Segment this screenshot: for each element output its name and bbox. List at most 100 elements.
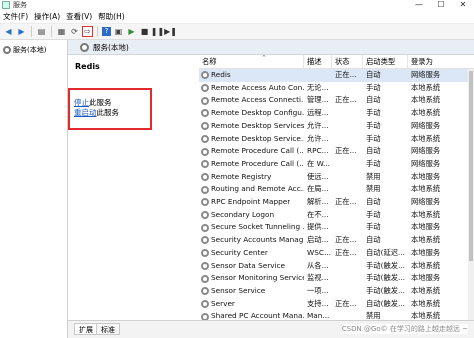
tab-standard[interactable]: 标准: [96, 323, 120, 335]
service-name: Remote Procedure Call (...: [211, 146, 304, 156]
service-logon-as: 本地系统: [411, 298, 441, 308]
service-name-cell: Secure Socket Tunneling ...: [199, 221, 304, 234]
column-header-startup-type[interactable]: 启动类型: [363, 55, 408, 69]
tree-item-services-local[interactable]: 服务(本地): [3, 45, 46, 55]
service-startup-type: 自动: [366, 70, 381, 79]
service-description: 从各...: [307, 260, 329, 270]
menu-action[interactable]: 操作(A): [31, 11, 63, 23]
forward-icon[interactable]: ▶: [16, 26, 27, 37]
table-row[interactable]: Remote Desktop Configu... 远程... 手动 本地系统: [199, 107, 474, 120]
maximize-button[interactable]: ☐: [430, 0, 452, 11]
service-name: Sensor Service: [211, 285, 266, 295]
stop-service-icon[interactable]: ■: [139, 26, 150, 37]
table-row[interactable]: Sensor Monitoring Service 监视... 手动(触发... 本地…: [199, 272, 474, 285]
table-row[interactable]: Remote Procedure Call (... RPC... 正在... 自动 网…: [199, 145, 474, 158]
menu-help[interactable]: 帮助(H): [95, 11, 128, 23]
service-logon-as: 本地系统: [411, 311, 441, 320]
back-icon[interactable]: ◀: [3, 26, 14, 37]
gear-icon: [201, 236, 209, 245]
pause-service-icon[interactable]: ❚❚: [151, 26, 164, 37]
table-row[interactable]: Remote Desktop Service... 允许... 手动 本地系统: [199, 133, 474, 146]
table-row[interactable]: Redis 正在... 自动 网络服务: [199, 69, 474, 82]
service-status: [332, 158, 363, 171]
vertical-scrollbar[interactable]: [468, 69, 474, 320]
table-row[interactable]: Sensor Service 一项... 手动(触发... 本地系统: [199, 285, 474, 298]
restart-service-link[interactable]: 重启动: [74, 108, 97, 117]
table-row[interactable]: Security Center WSC... 正在... 自动(延迟... 本地服务: [199, 247, 474, 260]
table-header: 名称 ⌃ 描述 状态 启动类型 登录为: [199, 55, 474, 69]
service-logon-as: 本地系统: [411, 235, 441, 245]
service-logon-as: 本地系统: [411, 260, 441, 270]
service-description: 启动...: [307, 235, 329, 245]
scrollbar-thumb[interactable]: [469, 71, 473, 261]
service-name: Server: [211, 298, 235, 308]
column-header-status[interactable]: 状态: [332, 55, 363, 69]
export-list-icon[interactable]: ⇨: [82, 26, 93, 37]
stop-suffix: 此服务: [89, 98, 112, 107]
gear-icon: [201, 172, 209, 181]
view-tabs: 扩展 标准 CSDN @Go© 在学习的路上越走越远 ~: [68, 320, 474, 338]
service-description: 允许...: [307, 120, 329, 130]
column-header-description[interactable]: 描述: [304, 55, 332, 69]
service-description: 在不...: [307, 209, 329, 219]
table-row[interactable]: Server 支持... 正在... 自动(触发... 本地系统: [199, 298, 474, 311]
service-name-cell: Secondary Logon: [199, 209, 304, 222]
table-row[interactable]: Sensor Data Service 从各... 手动(触发... 本地系统: [199, 260, 474, 273]
gear-icon: [201, 71, 209, 80]
table-row[interactable]: Security Accounts Manag... 启动... 正在... 自动 本地…: [199, 234, 474, 247]
title-bar: 服务 — ☐ ✕: [0, 0, 474, 11]
start-service-icon[interactable]: ▶: [126, 26, 137, 37]
service-status: 正在...: [335, 197, 357, 206]
service-startup-type: 禁用: [366, 171, 381, 181]
close-button[interactable]: ✕: [452, 0, 474, 11]
service-logon-as: 网络服务: [411, 197, 441, 206]
gear-icon: [201, 147, 209, 156]
service-status: [332, 310, 363, 320]
table-row[interactable]: Routing and Remote Acc... 在局... 禁用 本地系统: [199, 183, 474, 196]
toolbar: ◀ ▶ ▤ ▦ ⟳ ⇨ ? ▣ ▶ ■ ❚❚ ▶❚: [0, 24, 474, 40]
service-description: RPC...: [307, 146, 329, 156]
stop-service-link[interactable]: 停止: [74, 98, 89, 107]
column-header-name[interactable]: 名称: [199, 55, 304, 69]
help-icon[interactable]: ?: [102, 27, 111, 36]
service-status: [332, 285, 363, 298]
table-row[interactable]: Shared PC Account Mana... Man... 禁用 本地系统: [199, 310, 474, 320]
table-row[interactable]: Remote Registry 使远... 禁用 本地服务: [199, 171, 474, 184]
service-logon-as: 本地服务: [411, 273, 441, 283]
console-tree-icon[interactable]: ▤: [36, 26, 47, 37]
properties-pane-icon[interactable]: ▣: [113, 26, 124, 37]
tab-extended[interactable]: 扩展: [74, 323, 98, 335]
table-row[interactable]: Remote Access Auto Con... 无论... 手动 本地系统: [199, 82, 474, 95]
restart-service-icon[interactable]: ▶❚: [164, 26, 177, 37]
service-startup-type: 自动(延迟...: [366, 247, 405, 257]
service-status: 正在...: [335, 146, 357, 156]
table-row[interactable]: Remote Desktop Services 允许... 手动 网络服务: [199, 120, 474, 133]
table-row[interactable]: Secure Socket Tunneling ... 提供... 手动 本地服务: [199, 221, 474, 234]
service-name-cell: Routing and Remote Acc...: [199, 183, 304, 196]
service-logon-as: 本地系统: [411, 184, 441, 194]
menu-file[interactable]: 文件(F): [0, 11, 31, 23]
gear-icon: [201, 122, 209, 131]
service-name: Secure Socket Tunneling ...: [211, 222, 304, 232]
properties-icon[interactable]: ▦: [56, 26, 67, 37]
gear-icon: [3, 46, 11, 54]
service-status: [332, 82, 363, 95]
table-row[interactable]: Remote Access Connecti... 管理... 正在... 自动 本地系…: [199, 94, 474, 107]
refresh-icon[interactable]: ⟳: [69, 26, 80, 37]
service-startup-type: 禁用: [366, 311, 381, 320]
restart-action-line: 重启动此服务: [74, 108, 119, 118]
service-logon-as: 本地系统: [411, 82, 441, 92]
service-name: Remote Access Connecti...: [211, 95, 304, 105]
minimize-button[interactable]: —: [408, 0, 430, 11]
menu-view[interactable]: 查看(V): [63, 11, 95, 23]
service-name: Redis: [211, 70, 231, 79]
table-row[interactable]: Remote Procedure Call (... 在 W... 手动 网络服务: [199, 158, 474, 171]
table-row[interactable]: RPC Endpoint Mapper 解析... 正在... 自动 网络服务: [199, 196, 474, 209]
service-description: 在局...: [307, 184, 329, 194]
column-header-logon-as[interactable]: 登录为: [408, 55, 474, 69]
service-status: [332, 183, 363, 196]
service-name: Remote Desktop Service...: [211, 133, 304, 143]
service-name-cell: Sensor Service: [199, 285, 304, 298]
table-row[interactable]: Secondary Logon 在不... 手动 本地系统: [199, 209, 474, 222]
service-startup-type: 手动: [366, 209, 381, 219]
